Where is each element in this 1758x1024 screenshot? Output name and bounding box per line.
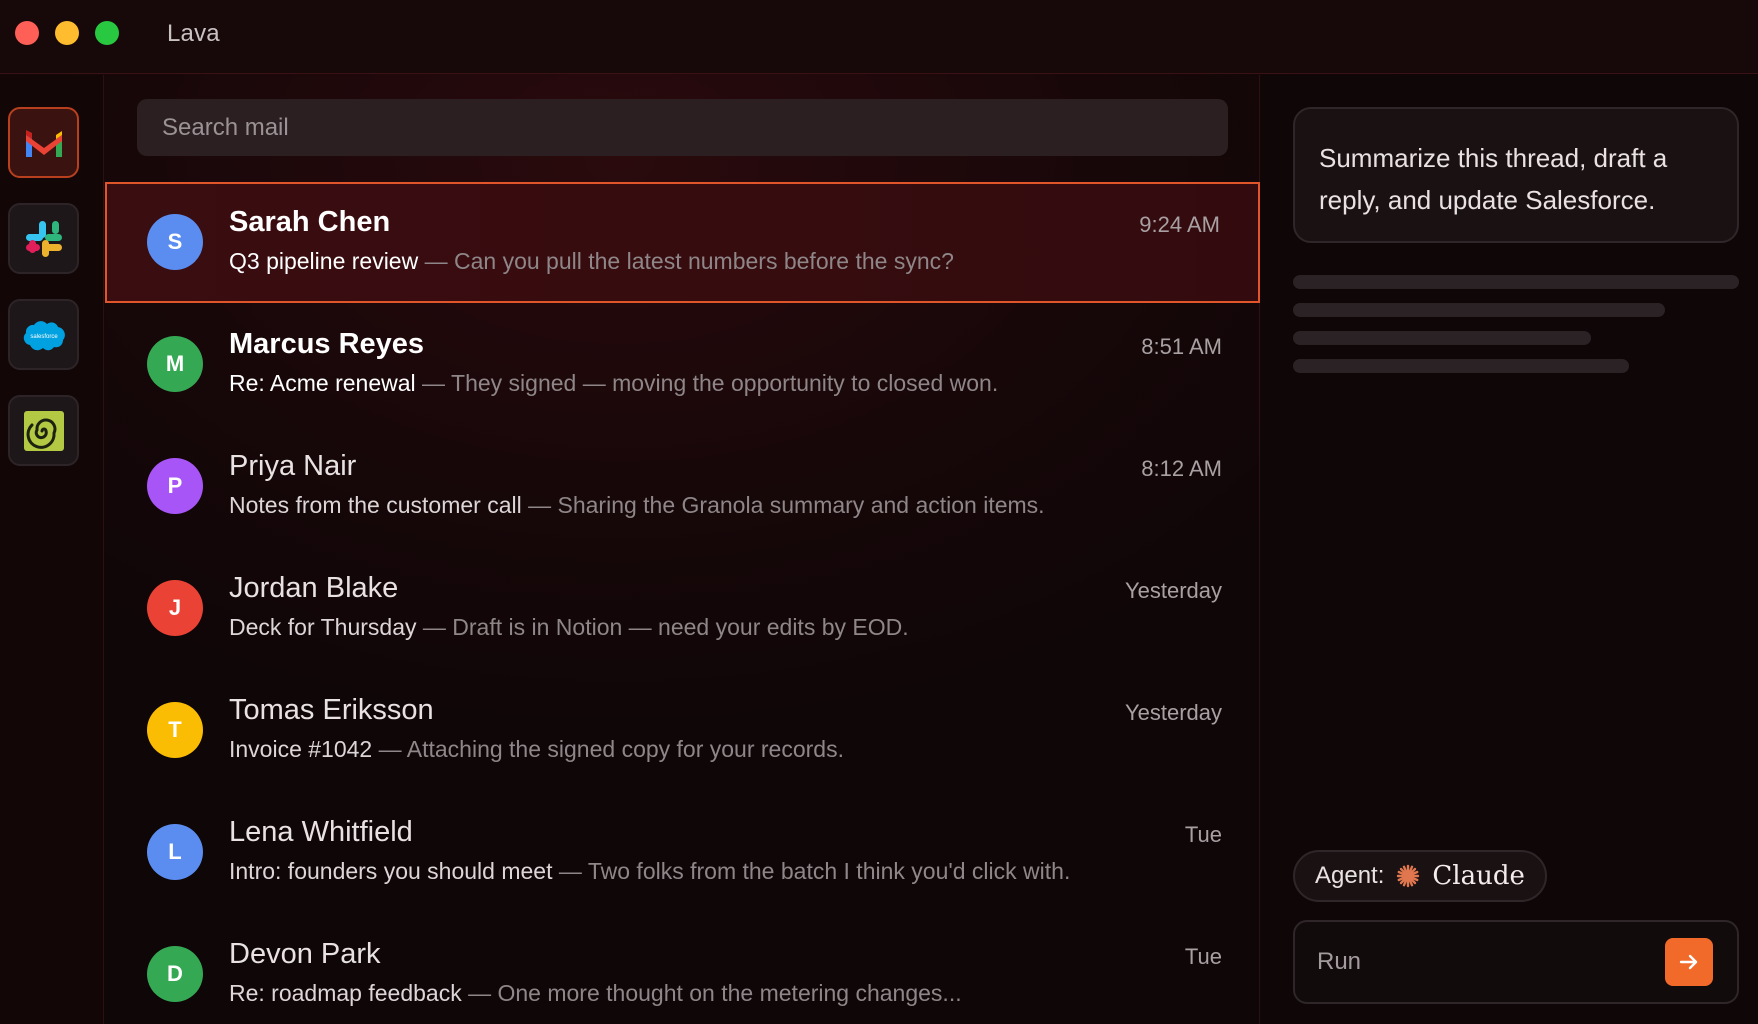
email-preview: Attaching the signed copy for your recor… (406, 736, 844, 762)
maximize-window-button[interactable] (95, 21, 119, 45)
email-time: Tue (1184, 944, 1222, 969)
email-separator: — (558, 858, 582, 884)
agent-prompt-message: Summarize this thread, draft a reply, an… (1293, 107, 1739, 243)
email-subject: Q3 pipeline review (229, 248, 419, 274)
email-preview: Draft is in Notion — need your edits by … (452, 614, 909, 640)
rail-item-granola[interactable] (8, 395, 79, 466)
email-subject: Notes from the customer call (229, 492, 522, 518)
email-subject: Invoice #1042 (229, 736, 373, 762)
rail-item-slack[interactable] (8, 203, 79, 274)
email-preview: Can you pull the latest numbers before t… (454, 248, 954, 274)
avatar: P (147, 458, 203, 514)
email-sender: Lena Whitfield (229, 816, 413, 848)
minimize-window-button[interactable] (55, 21, 79, 45)
email-summary-line: Re: roadmap feedback — One more thought … (229, 980, 962, 1007)
email-separator: — (378, 736, 402, 762)
email-sender: Tomas Eriksson (229, 694, 434, 726)
email-row[interactable]: S Sarah Chen 9:24 AM Q3 pipeline review — C… (105, 182, 1260, 303)
email-subject: Re: Acme renewal (229, 370, 416, 396)
granola-icon (23, 410, 64, 451)
app-rail: salesforce (0, 75, 104, 1024)
email-preview: Two folks from the batch I think you'd c… (587, 858, 1071, 884)
loading-skeleton-line (1293, 303, 1665, 317)
avatar: L (147, 824, 203, 880)
email-preview: Sharing the Granola summary and action i… (557, 492, 1045, 518)
run-submit-button[interactable] (1665, 938, 1713, 986)
email-subject: Re: roadmap feedback (229, 980, 462, 1006)
claude-starburst-icon (1397, 864, 1420, 888)
email-time: 8:51 AM (1141, 334, 1222, 359)
email-summary-line: Deck for Thursday — Draft is in Notion —… (229, 614, 909, 641)
email-separator: — (422, 370, 446, 396)
email-separator: — (528, 492, 552, 518)
title-bar: Lava (0, 0, 1758, 74)
email-sender: Priya Nair (229, 450, 357, 482)
slack-icon (25, 220, 62, 257)
email-preview: They signed — moving the opportunity to … (451, 370, 999, 396)
email-summary-line: Q3 pipeline review — Can you pull the la… (229, 248, 954, 275)
rail-item-salesforce[interactable]: salesforce (8, 299, 79, 370)
email-row[interactable]: T Tomas Eriksson Yesterday Invoice #1042 — … (105, 670, 1260, 791)
agent-label: Agent: (1315, 862, 1385, 889)
search-mail-input[interactable] (137, 99, 1228, 156)
email-time: Yesterday (1124, 578, 1222, 603)
email-time: Tue (1184, 822, 1222, 847)
arrow-right-icon (1679, 954, 1698, 970)
agent-selector[interactable]: Agent: Claude (1293, 850, 1547, 902)
email-row[interactable]: J Jordan Blake Yesterday Deck for Thursday … (105, 548, 1260, 669)
email-separator: — (424, 248, 448, 274)
salesforce-logo-text: salesforce (30, 334, 58, 340)
avatar: S (147, 214, 203, 270)
run-input-box (1293, 920, 1739, 1004)
email-row[interactable]: D Devon Park Tue Re: roadmap feedback — One… (105, 914, 1260, 1024)
close-window-button[interactable] (15, 21, 39, 45)
email-sender: Sarah Chen (229, 206, 391, 238)
email-time: Yesterday (1124, 700, 1222, 725)
avatar: J (147, 580, 203, 636)
email-summary-line: Notes from the customer call — Sharing t… (229, 492, 1045, 519)
email-summary-line: Invoice #1042 — Attaching the signed cop… (229, 736, 844, 763)
run-input[interactable] (1317, 940, 1637, 984)
avatar: D (147, 946, 203, 1002)
email-preview: One more thought on the metering changes… (497, 980, 962, 1006)
email-sender: Jordan Blake (229, 572, 399, 604)
loading-skeleton-line (1293, 275, 1739, 289)
loading-skeleton-line (1293, 331, 1591, 345)
email-separator: — (422, 614, 446, 640)
app-title: Lava (167, 20, 220, 47)
email-row[interactable]: L Lena Whitfield Tue Intro: founders you sh… (105, 792, 1260, 913)
email-summary-line: Intro: founders you should meet — Two fo… (229, 858, 1070, 885)
email-row[interactable]: P Priya Nair 8:12 AM Notes from the custome… (105, 426, 1260, 547)
email-subject: Deck for Thursday (229, 614, 417, 640)
avatar: M (147, 336, 203, 392)
rail-item-gmail[interactable] (8, 107, 79, 178)
avatar: T (147, 702, 203, 758)
email-sender: Marcus Reyes (229, 328, 425, 360)
lava-app-window: Lava salesforce Search mail S Sarah Chen… (0, 0, 1758, 1024)
email-time: 8:12 AM (1141, 456, 1222, 481)
gmail-icon (25, 129, 62, 157)
email-subject: Intro: founders you should meet (229, 858, 553, 884)
mail-list-panel: S Sarah Chen 9:24 AM Q3 pipeline review — C… (105, 75, 1260, 1024)
salesforce-icon: salesforce (23, 320, 65, 350)
email-time: 9:24 AM (1139, 212, 1220, 237)
agent-name: Claude (1432, 861, 1525, 891)
email-summary-line: Re: Acme renewal — They signed — moving … (229, 370, 998, 397)
email-row[interactable]: M Marcus Reyes 8:51 AM Re: Acme renewal — T… (105, 304, 1260, 425)
loading-skeleton-line (1293, 359, 1629, 373)
email-sender: Devon Park (229, 938, 381, 970)
agent-panel: Summarize this thread, draft a reply, an… (1261, 75, 1758, 1024)
email-separator: — (468, 980, 492, 1006)
